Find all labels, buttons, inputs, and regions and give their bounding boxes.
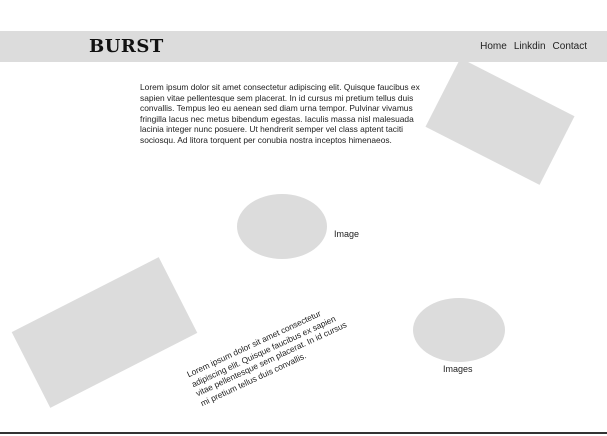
nav-link-contact[interactable]: Contact [553,41,587,53]
image-caption: Image [334,229,360,239]
image-placeholder-rotated-right [425,58,575,185]
nav-link-linkedin[interactable]: Linkdin [514,41,546,53]
nav-link-home[interactable]: Home [480,41,507,53]
image-placeholder-ellipse [237,194,327,259]
navbar: BURST Home Linkdin Contact [0,31,607,62]
image-placeholder-rotated-left [11,257,198,408]
images-placeholder-ellipse [413,298,505,362]
intro-paragraph: Lorem ipsum dolor sit amet consectetur a… [140,82,420,145]
images-caption: Images [443,364,473,374]
bottom-divider [0,432,607,434]
page: BURST Home Linkdin Contact Lorem ipsum d… [0,0,607,436]
rotated-paragraph: Lorem ipsum dolor sit amet consectetur a… [185,308,349,409]
nav-links: Home Linkdin Contact [480,41,587,53]
logo[interactable]: BURST [89,37,164,57]
